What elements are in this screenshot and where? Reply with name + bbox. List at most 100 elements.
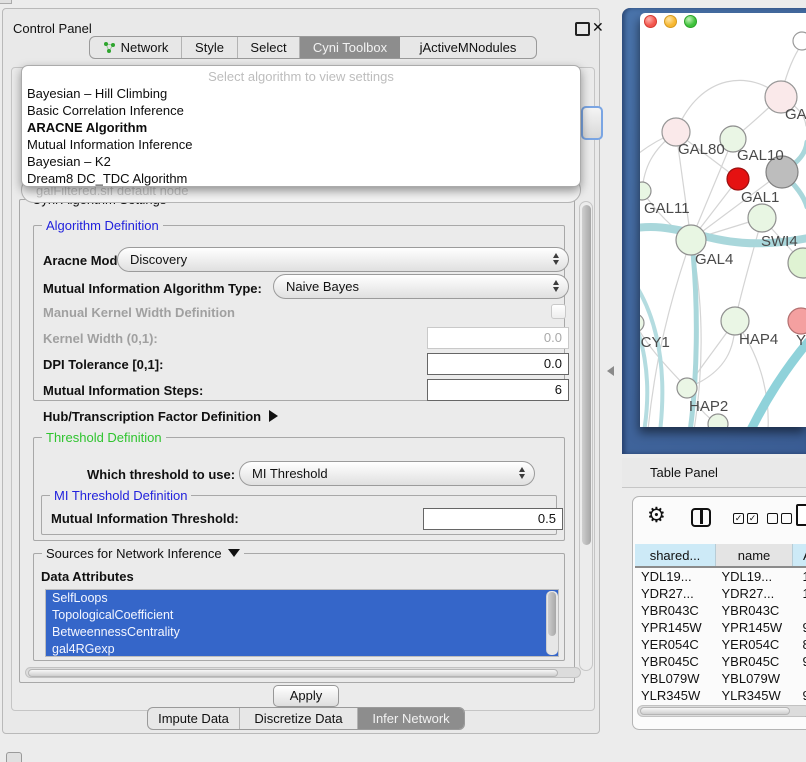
table-cell: YDL19... — [716, 567, 793, 585]
float-window-icon[interactable] — [575, 22, 590, 36]
network-node-label: HAP2 — [689, 398, 728, 415]
network-node[interactable] — [788, 248, 806, 278]
network-node[interactable] — [788, 308, 806, 334]
mi-type-combo[interactable]: Naive Bayes — [273, 274, 569, 299]
splitter-collapse-icon[interactable] — [607, 366, 614, 376]
dpi-tolerance-value: 0.0 — [544, 356, 562, 371]
which-threshold-combo[interactable]: MI Threshold — [239, 461, 535, 486]
network-edge[interactable] — [735, 218, 762, 321]
minimized-panel-icon[interactable] — [6, 752, 22, 762]
column-name[interactable]: name — [716, 544, 793, 567]
table-row[interactable]: YBR043CYBR043C — [635, 602, 806, 619]
mi-threshold-field[interactable]: 0.5 — [423, 508, 563, 530]
tab-network[interactable]: Network — [90, 37, 182, 58]
table-cell: YDL19... — [635, 567, 716, 585]
tab-infer-network[interactable]: Infer Network — [358, 708, 464, 729]
network-edge[interactable] — [748, 342, 806, 427]
column-extra[interactable]: A — [793, 544, 806, 567]
select-all-icon[interactable]: ✓✓ — [733, 513, 758, 524]
aracne-mode-value: Discovery — [130, 252, 187, 267]
mi-threshold-value: 0.5 — [538, 511, 556, 526]
network-node[interactable] — [793, 32, 806, 50]
table-cell: YER054C — [716, 636, 793, 653]
algorithm-option[interactable]: Basic Correlation Inference — [22, 102, 580, 119]
network-node[interactable] — [727, 168, 749, 190]
table-cell: YDR27... — [635, 585, 716, 602]
zoom-traffic-light[interactable] — [684, 15, 697, 28]
close-icon[interactable]: ✕ — [592, 19, 604, 36]
network-node-label: GAL4 — [695, 251, 733, 268]
table-horizontal-scrollbar[interactable] — [637, 705, 806, 717]
tab-cyni-toolbox[interactable]: Cyni Toolbox — [300, 37, 400, 58]
table-row[interactable]: YBL079WYBL079W — [635, 670, 806, 687]
control-panel-title: Control Panel — [13, 21, 92, 36]
attributes-vertical-scrollbar[interactable] — [546, 591, 558, 655]
algorithm-option[interactable]: Bayesian – K2 — [22, 153, 580, 170]
table-row[interactable]: YPR145WYPR145W9. — [635, 619, 806, 636]
table-cell: YBL079W — [635, 670, 716, 687]
sources-group-title[interactable]: Sources for Network Inference — [42, 546, 244, 561]
tab-discretize-data[interactable]: Discretize Data — [240, 708, 358, 729]
kernel-width-label: Kernel Width (0,1): — [43, 331, 158, 346]
network-node[interactable] — [640, 314, 644, 332]
mi-steps-field[interactable]: 6 — [427, 379, 569, 401]
algorithm-option[interactable]: Mutual Information Inference — [22, 136, 580, 153]
sources-group-label: Sources for Network Inference — [46, 546, 222, 561]
tab-select[interactable]: Select — [238, 37, 300, 58]
data-attributes-list[interactable]: SelfLoopsTopologicalCoefficientBetweenne… — [45, 589, 559, 657]
algorithm-option[interactable]: ARACNE Algorithm — [22, 119, 580, 136]
tab-discretize-data-label: Discretize Data — [254, 711, 342, 726]
table-cell: YBL079W — [716, 670, 793, 687]
table-settings-gear-icon[interactable]: ⚙ — [647, 505, 666, 526]
hub-definition-toggle[interactable]: Hub/Transcription Factor Definition — [43, 409, 278, 424]
dpi-tolerance-field[interactable]: 0.0 — [427, 353, 569, 375]
deselect-all-icon[interactable] — [767, 513, 792, 524]
minimize-traffic-light[interactable] — [664, 15, 677, 28]
settings-vertical-scrollbar[interactable] — [579, 201, 593, 671]
attribute-list-item[interactable]: gal4RGexp — [46, 641, 558, 657]
unchecked-box-icon — [767, 513, 778, 524]
network-node[interactable] — [677, 378, 697, 398]
which-threshold-value: MI Threshold — [252, 466, 328, 481]
network-node[interactable] — [748, 204, 776, 232]
tab-select-label: Select — [250, 40, 286, 55]
close-traffic-light[interactable] — [644, 15, 657, 28]
table-cell: YBR043C — [635, 602, 716, 619]
algorithm-option[interactable]: Dream8 DC_TDC Algorithm — [22, 170, 580, 187]
table-row[interactable]: YDR27...YDR27...12... — [635, 585, 806, 602]
tab-jactivemnodules[interactable]: jActiveMNodules — [400, 37, 536, 58]
network-node[interactable] — [708, 414, 728, 427]
settings-horizontal-scrollbar[interactable] — [25, 667, 581, 678]
tab-style[interactable]: Style — [182, 37, 238, 58]
hub-definition-label: Hub/Transcription Factor Definition — [43, 409, 261, 424]
column-shared-name[interactable]: shared... — [635, 544, 716, 567]
export-table-icon[interactable] — [796, 504, 806, 526]
network-node-label: GAL — [785, 106, 806, 123]
tab-infer-network-label: Infer Network — [372, 711, 449, 726]
apply-button[interactable]: Apply — [273, 685, 339, 707]
network-node[interactable] — [640, 182, 651, 200]
network-canvas[interactable]: GALGAL80GAL10GAL1GAL11GAL4SWI4GCY1HAP4YH… — [640, 30, 806, 427]
manual-kernel-checkbox[interactable] — [551, 304, 566, 319]
kernel-width-field[interactable]: 0.0 — [427, 327, 569, 349]
table-header-row: shared... name A — [635, 544, 806, 567]
tab-style-label: Style — [195, 40, 224, 55]
table-panel-title: Table Panel — [650, 465, 718, 480]
attribute-list-item[interactable]: SelfLoops — [46, 590, 558, 607]
attribute-list-item[interactable]: TopologicalCoefficient — [46, 607, 558, 624]
table-row[interactable]: YLR345WYLR345W9. — [635, 687, 806, 704]
attribute-list-item[interactable]: BetweennessCentrality — [46, 624, 558, 641]
table-cell: YBR045C — [716, 653, 793, 670]
network-edge[interactable] — [676, 80, 781, 132]
node-table-panel: ⚙ ✓✓ shared... name A YDL19...YDL19...13… — [632, 496, 806, 730]
table-cell — [793, 602, 806, 619]
table-row[interactable]: YBR045CYBR045C9. — [635, 653, 806, 670]
algorithm-combo-stepper-fragment[interactable] — [581, 106, 603, 140]
algorithm-option[interactable]: Bayesian – Hill Climbing — [22, 85, 580, 102]
table-row[interactable]: YER054CYER054C8. — [635, 636, 806, 653]
network-edge[interactable] — [640, 292, 647, 427]
tab-impute-data[interactable]: Impute Data — [148, 708, 240, 729]
aracne-mode-combo[interactable]: Discovery — [117, 247, 569, 272]
show-columns-icon[interactable] — [691, 508, 711, 527]
table-row[interactable]: YDL19...YDL19...13... — [635, 567, 806, 585]
